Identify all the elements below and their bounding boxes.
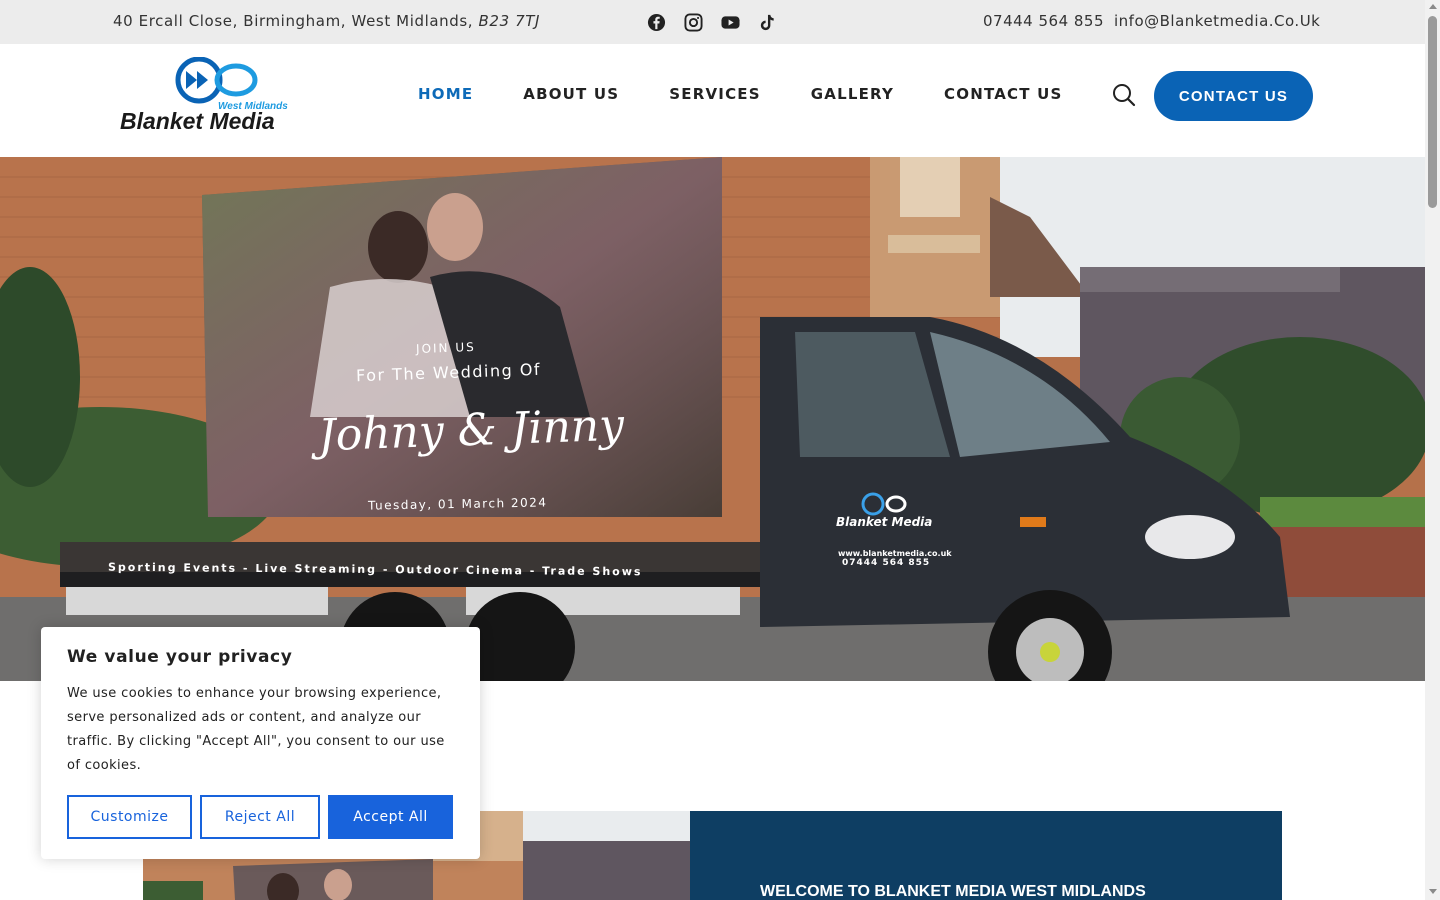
top-bar: 40 Ercall Close, Birmingham, West Midlan…	[0, 0, 1425, 44]
cookie-description: We use cookies to enhance your browsing …	[67, 686, 445, 773]
tiktok-icon[interactable]	[758, 13, 777, 32]
nav-item-contact-us[interactable]: CONTACT US	[944, 85, 1062, 103]
search-icon[interactable]	[1112, 83, 1136, 107]
scroll-down-arrow-icon[interactable]	[1429, 889, 1437, 894]
welcome-panel: WELCOME TO BLANKET MEDIA WEST MIDLANDS	[690, 811, 1282, 900]
contact-us-button[interactable]: CONTACT US	[1154, 71, 1313, 121]
cookie-reject-all-button[interactable]: Reject All	[200, 795, 320, 839]
hero-image: JOIN US For The Wedding Of Johny & Jinny…	[0, 157, 1425, 681]
email-link[interactable]: info@Blanketmedia.Co.Uk	[1114, 12, 1320, 30]
logo-wordmark: Blanket Media	[120, 108, 275, 133]
main-nav: HOME ABOUT US SERVICES GALLERY CONTACT U…	[418, 85, 1112, 103]
scrollbar-thumb[interactable]	[1428, 16, 1437, 208]
site-header: West Midlands Blanket Media HOME ABOUT U…	[0, 44, 1425, 157]
address-postcode: B23 7TJ	[478, 12, 541, 30]
scroll-up-arrow-icon[interactable]	[1429, 4, 1437, 9]
nav-item-gallery[interactable]: GALLERY	[811, 85, 894, 103]
welcome-heading: WELCOME TO BLANKET MEDIA WEST MIDLANDS	[760, 883, 1146, 900]
cookie-title: We value your privacy	[67, 647, 293, 667]
address-street: 40 Ercall Close, Birmingham, West Midlan…	[113, 12, 479, 30]
page-scrollbar[interactable]	[1425, 0, 1440, 900]
instagram-icon[interactable]	[684, 13, 703, 32]
youtube-icon[interactable]	[721, 13, 740, 32]
cookie-consent-banner: We value your privacy We use cookies to …	[41, 627, 480, 859]
phone-link[interactable]: 07444 564 855	[983, 12, 1104, 30]
nav-item-about-us[interactable]: ABOUT US	[523, 85, 619, 103]
facebook-icon[interactable]	[647, 13, 666, 32]
nav-item-services[interactable]: SERVICES	[669, 85, 760, 103]
social-links	[647, 13, 777, 32]
address-text: 40 Ercall Close, Birmingham, West Midlan…	[113, 12, 540, 30]
cookie-accept-all-button[interactable]: Accept All	[328, 795, 453, 839]
site-logo[interactable]: West Midlands Blanket Media	[118, 56, 318, 134]
nav-item-home[interactable]: HOME	[418, 85, 473, 103]
cookie-customize-button[interactable]: Customize	[67, 795, 192, 839]
hero-photo	[0, 157, 1425, 681]
